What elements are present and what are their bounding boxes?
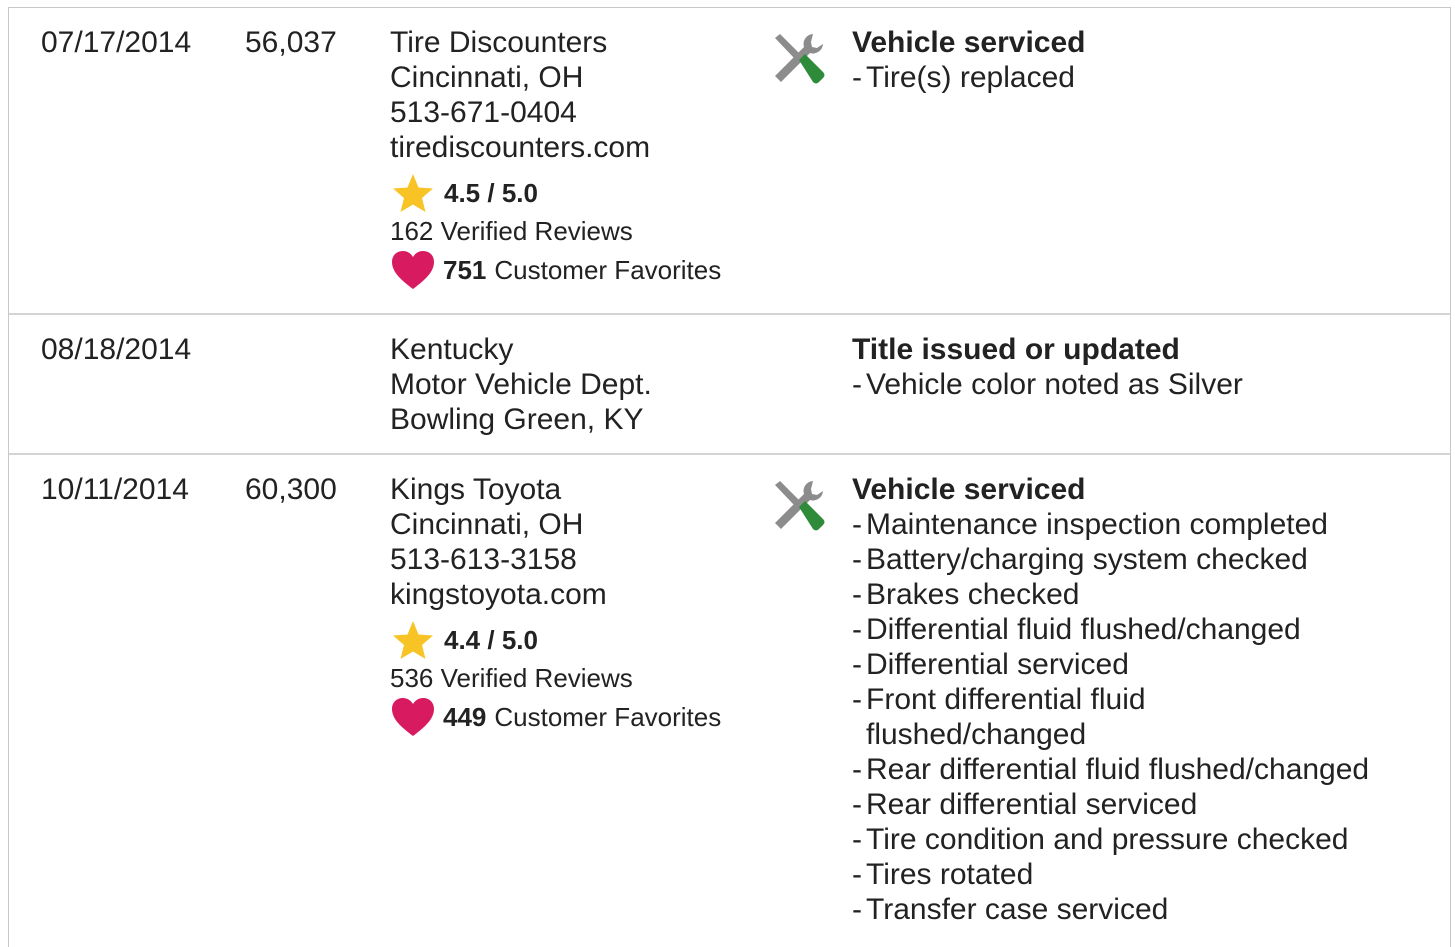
vehicle-history-table: 07/17/2014 56,037 Tire Discounters Cinci… [8, 7, 1451, 947]
customer-favorites: 449 Customer Favorites [390, 696, 721, 738]
customer-favorites: 751 Customer Favorites [390, 249, 721, 291]
detail-item: Maintenance inspection completed [852, 507, 1369, 542]
detail-item: Differential fluid flushed/changed [852, 612, 1369, 647]
detail-item: Front differential fluid flushed/changed [852, 682, 1196, 752]
favorites-count: 449 [443, 701, 487, 732]
detail-list: Maintenance inspection completed Battery… [852, 507, 1369, 927]
detail-item: Vehicle color noted as Silver [852, 367, 1243, 402]
heart-icon [391, 250, 435, 290]
history-record: 08/18/2014 Kentucky Motor Vehicle Dept. … [9, 315, 1450, 455]
star-icon [392, 173, 434, 213]
source-phone[interactable]: 513-671-0404 [390, 95, 721, 130]
verified-reviews-link[interactable]: 162 Verified Reviews [390, 213, 721, 249]
record-source: Tire Discounters Cincinnati, OH 513-671-… [390, 25, 721, 291]
detail-item: Transfer case serviced [852, 892, 1369, 927]
record-date: 07/17/2014 [41, 26, 192, 59]
source-rating: 4.4 / 5.0 [390, 620, 721, 660]
source-name: Kings Toyota [390, 473, 562, 506]
source-rating: 4.5 / 5.0 [390, 173, 721, 213]
favorites-count: 751 [443, 254, 487, 285]
source-website-link[interactable]: kingstoyota.com [390, 577, 721, 612]
history-record: 10/11/2014 60,300 Kings Toyota Cincinnat… [9, 455, 1450, 947]
detail-item: Brakes checked [852, 577, 1369, 612]
record-source: Kings Toyota Cincinnati, OH 513-613-3158… [390, 472, 721, 738]
detail-list: Tire(s) replaced [852, 60, 1086, 95]
detail-item: Rear differential serviced [852, 787, 1369, 822]
record-odometer: 56,037 [245, 26, 337, 59]
source-name: Tire Discounters [390, 26, 608, 59]
heart-icon [391, 697, 435, 737]
detail-item: Battery/charging system checked [852, 542, 1369, 577]
service-tools-icon [769, 477, 827, 535]
favorites-label: Customer Favorites [494, 254, 722, 285]
rating-value: 4.4 / 5.0 [444, 624, 538, 655]
source-name: Kentucky [390, 333, 514, 366]
detail-title: Title issued or updated [852, 333, 1180, 366]
record-date: 10/11/2014 [41, 473, 189, 506]
source-location: Cincinnati, OH [390, 508, 584, 541]
record-details: Title issued or updated Vehicle color no… [852, 332, 1243, 402]
record-details: Vehicle serviced Maintenance inspection … [852, 472, 1369, 927]
source-phone[interactable]: 513-613-3158 [390, 542, 721, 577]
verified-reviews-link[interactable]: 536 Verified Reviews [390, 660, 721, 696]
service-tools-icon [769, 30, 827, 88]
rating-value: 4.5 / 5.0 [444, 177, 538, 208]
source-location: Bowling Green, KY [390, 403, 644, 436]
detail-item: Rear differential fluid flushed/changed [852, 752, 1369, 787]
star-icon [392, 620, 434, 660]
detail-list: Vehicle color noted as Silver [852, 367, 1243, 402]
history-record: 07/17/2014 56,037 Tire Discounters Cinci… [9, 8, 1450, 315]
detail-title: Vehicle serviced [852, 473, 1086, 506]
record-odometer: 60,300 [245, 473, 337, 506]
record-details: Vehicle serviced Tire(s) replaced [852, 25, 1086, 95]
detail-item: Differential serviced [852, 647, 1369, 682]
source-location: Cincinnati, OH [390, 61, 584, 94]
favorites-label: Customer Favorites [494, 701, 722, 732]
detail-item: Tires rotated [852, 857, 1369, 892]
detail-title: Vehicle serviced [852, 26, 1086, 59]
record-source: Kentucky Motor Vehicle Dept. Bowling Gre… [390, 332, 652, 437]
source-website-link[interactable]: tirediscounters.com [390, 130, 721, 165]
source-department: Motor Vehicle Dept. [390, 368, 652, 401]
record-date: 08/18/2014 [41, 333, 192, 366]
detail-item: Tire condition and pressure checked [852, 822, 1369, 857]
detail-item: Tire(s) replaced [852, 60, 1086, 95]
